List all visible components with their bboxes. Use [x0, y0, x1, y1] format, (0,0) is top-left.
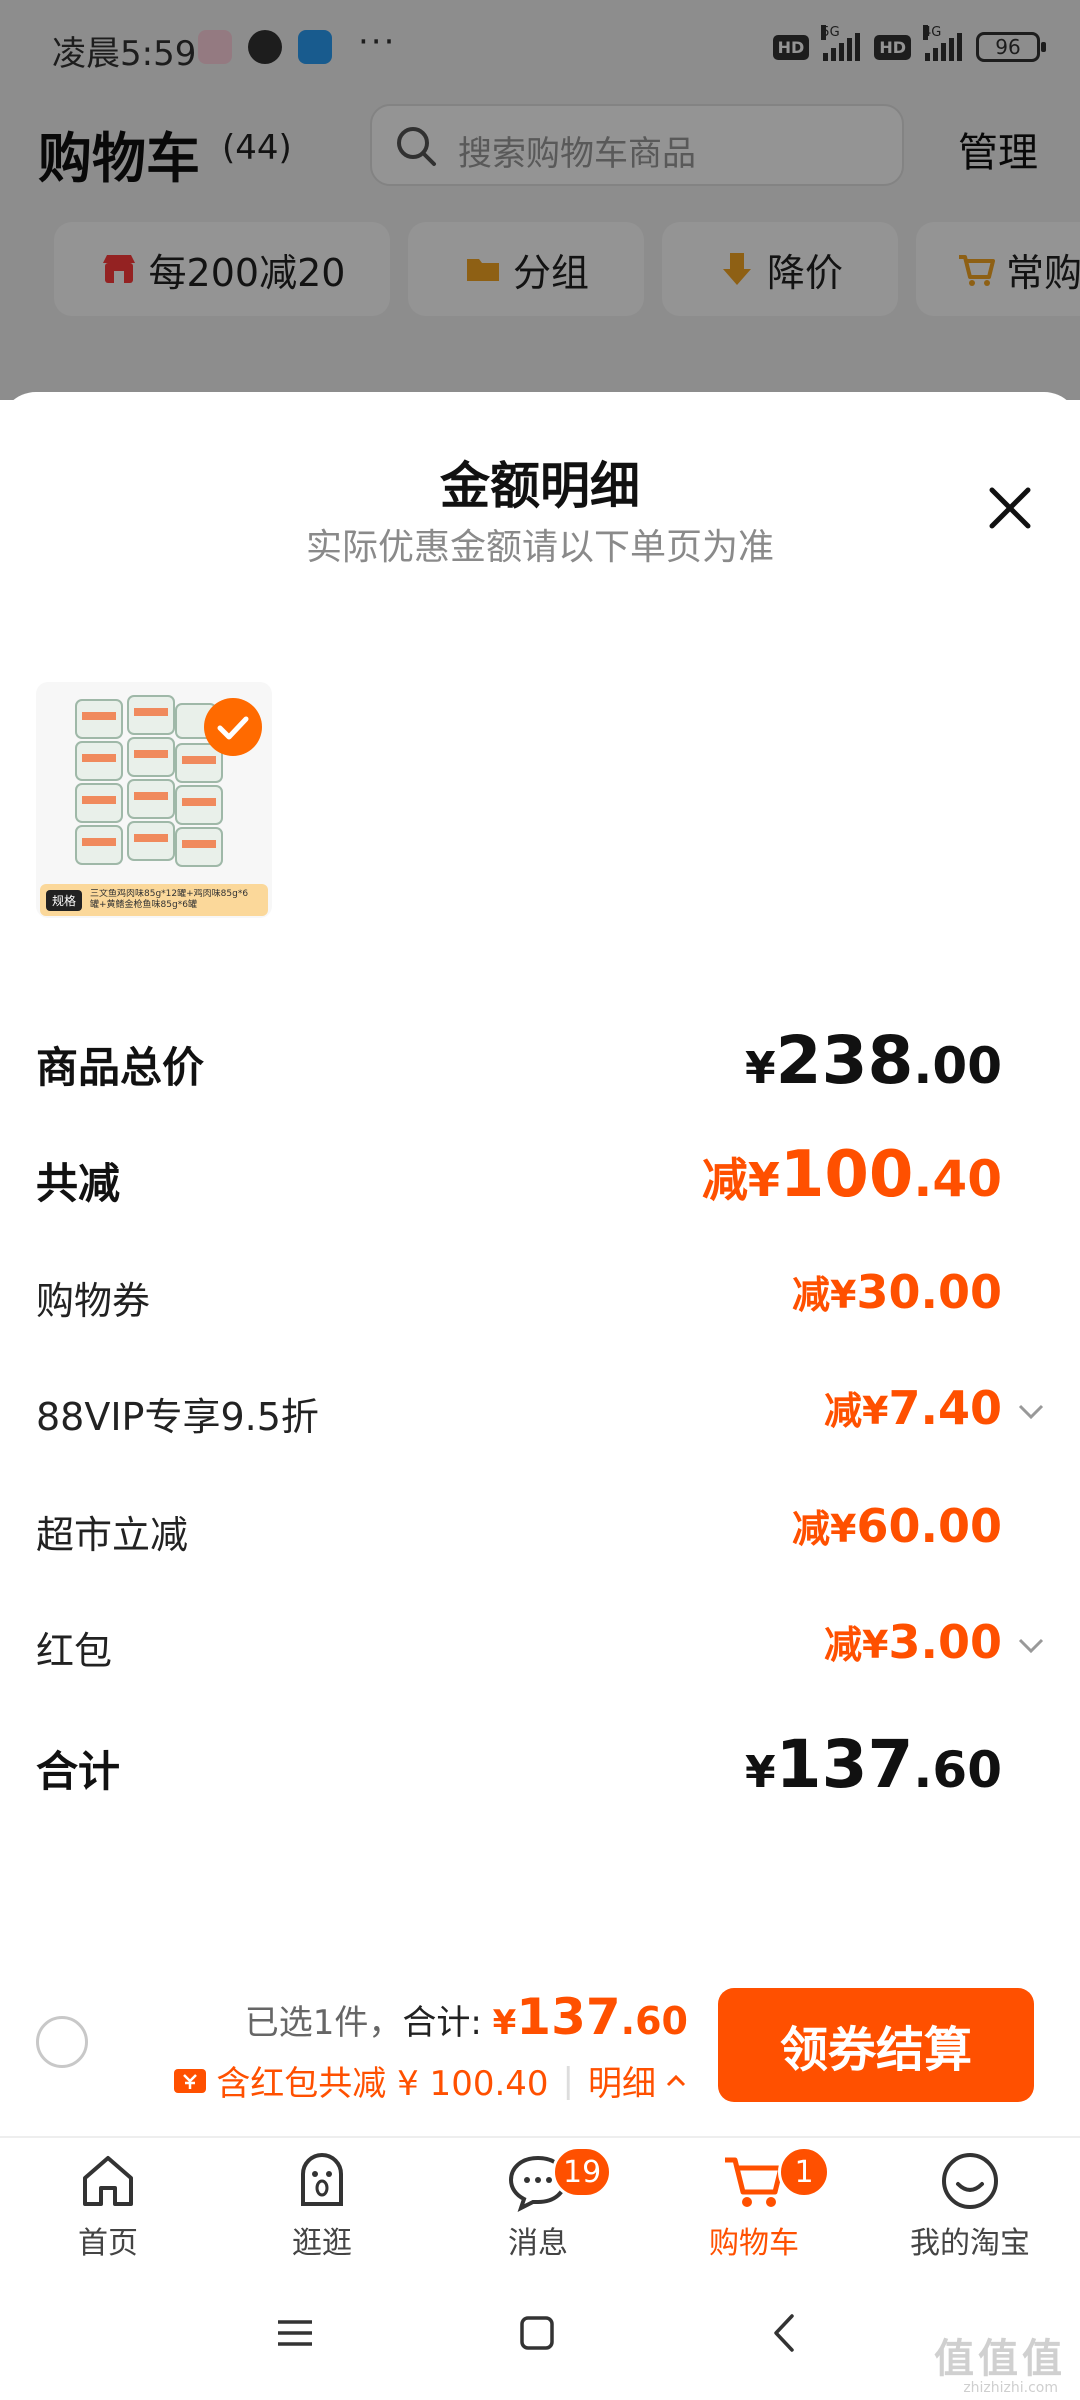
- tab-label: 购物车: [709, 2226, 799, 2261]
- home-square-icon[interactable]: [512, 2308, 562, 2358]
- tab-browse[interactable]: 逛逛: [232, 2148, 412, 2262]
- separator: |: [562, 2060, 574, 2101]
- cart-icon: [725, 2157, 784, 2207]
- sum-dec: .60: [620, 1999, 688, 2043]
- row-label: 88VIP专享9.5折: [36, 1395, 319, 1439]
- checkout-bar: 已选1件，合计: ¥137.60 含红包共减 ¥ 100.40 | 明细 领券结…: [0, 1966, 1080, 2126]
- cart-badge: 1: [778, 2146, 830, 2198]
- checked-icon[interactable]: [204, 698, 262, 756]
- chevron-up-icon: [666, 2074, 686, 2086]
- row-label: 购物券: [36, 1279, 151, 1323]
- spec-banner: 规格 三文鱼鸡肉味85g*12罐+鸡肉味85g*6罐+黄鳍金枪鱼味85g*6罐: [40, 884, 268, 916]
- tab-messages[interactable]: 消息 19: [448, 2146, 628, 2262]
- sum-int: 137: [516, 1988, 621, 2046]
- watermark-domain: zhizhizhi.com: [963, 2380, 1058, 2396]
- tab-home[interactable]: 首页: [18, 2148, 198, 2262]
- subtotal-value: ¥137.60: [745, 1726, 1002, 1803]
- coupon-value: 减¥30.00: [792, 1265, 1002, 1319]
- checkout-button[interactable]: 领券结算: [718, 1988, 1034, 2102]
- detail-label: 明细: [588, 2064, 656, 2104]
- close-icon[interactable]: [980, 478, 1040, 538]
- tab-profile[interactable]: 我的淘宝: [880, 2148, 1060, 2262]
- spec-text: 三文鱼鸡肉味85g*12罐+鸡肉味85g*6罐+黄鳍金枪鱼味85g*6罐: [90, 889, 249, 910]
- message-badge: 19: [552, 2146, 613, 2198]
- bottom-tab-bar: 首页 逛逛 消息 19 购物车 1 我的淘宝: [0, 2136, 1080, 2266]
- row-label: 超市立减: [36, 1513, 189, 1557]
- product-thumbnail[interactable]: 规格 三文鱼鸡肉味85g*12罐+鸡肉味85g*6罐+黄鳍金枪鱼味85g*6罐: [36, 682, 272, 918]
- discount-summary[interactable]: 含红包共减 ¥ 100.40 | 明细: [172, 2056, 688, 2105]
- row-label: 红包: [36, 1629, 113, 1673]
- red-packet-value: 减¥3.00: [824, 1615, 1002, 1669]
- red-packet-icon: [174, 2068, 207, 2093]
- vip-value: 减¥7.40: [824, 1381, 1002, 1435]
- chevron-down-icon[interactable]: [1016, 1630, 1046, 1660]
- sheet-title: 金额明细: [440, 457, 640, 515]
- tab-label: 我的淘宝: [910, 2226, 1030, 2261]
- select-all-checkbox[interactable]: [36, 2016, 88, 2068]
- system-nav-bar: 值值值 zhizhizhi.com: [0, 2270, 1080, 2400]
- tab-label: 首页: [78, 2226, 138, 2261]
- tab-cart[interactable]: 购物车 1: [664, 2146, 844, 2262]
- tab-label: 消息: [508, 2226, 568, 2261]
- sum-currency: ¥: [492, 2003, 517, 2043]
- tab-label: 逛逛: [292, 2226, 352, 2261]
- row-label: 合计: [36, 1747, 121, 1796]
- sheet-subtitle: 实际优惠金额请以下单页为准: [305, 527, 774, 568]
- selected-count: 已选1件，: [244, 2003, 403, 2043]
- spec-tag: 规格: [46, 889, 83, 911]
- total-price-value: ¥238.00: [745, 1022, 1002, 1099]
- total-discount-value: 减¥100.40: [701, 1138, 1002, 1212]
- sum-label: 合计:: [402, 2003, 493, 2043]
- row-label: 共减: [36, 1159, 121, 1208]
- selection-summary: 已选1件，合计: ¥137.60: [245, 1988, 688, 2046]
- dim-overlay[interactable]: [0, 0, 1080, 400]
- market-value: 减¥60.00: [792, 1499, 1002, 1553]
- home-icon: [83, 2156, 133, 2206]
- discount-text: 含红包共减 ¥ 100.40: [216, 2064, 549, 2104]
- browse-icon: [301, 2153, 343, 2206]
- profile-icon: [942, 2153, 998, 2209]
- menu-icon[interactable]: [270, 2308, 320, 2358]
- row-label: 商品总价: [36, 1043, 205, 1092]
- watermark-logo: 值值值: [934, 2336, 1066, 2382]
- chevron-down-icon[interactable]: [1016, 1396, 1046, 1426]
- back-icon[interactable]: [760, 2308, 810, 2358]
